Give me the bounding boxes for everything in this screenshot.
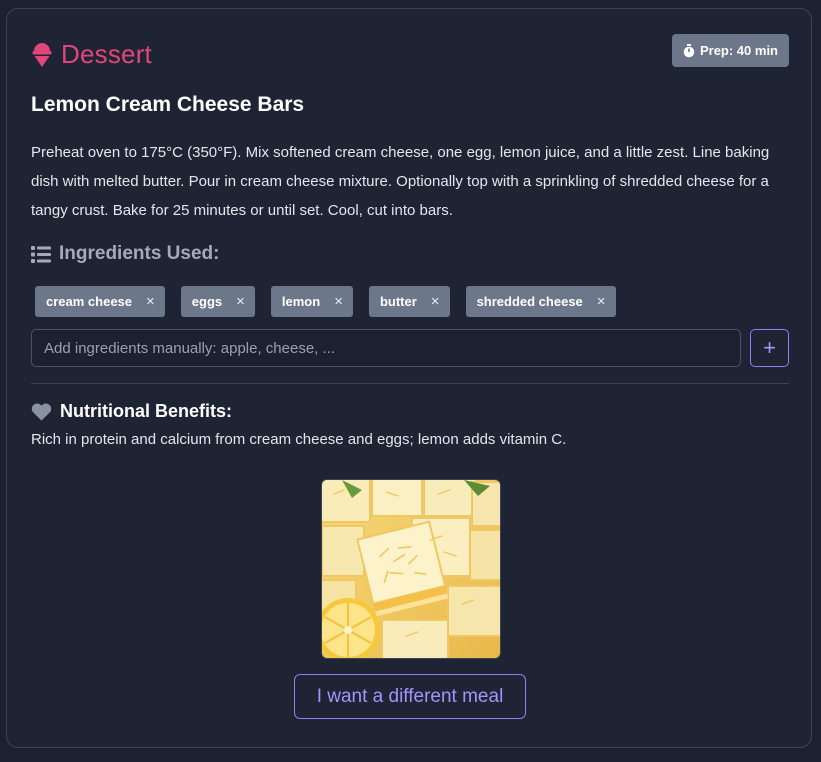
nutrition-header-label: Nutritional Benefits:	[60, 401, 233, 421]
ingredients-header: Ingredients Used:	[31, 243, 219, 265]
recipe-title: Lemon Cream Cheese Bars	[31, 93, 305, 116]
prep-time-badge: Prep: 40 min	[671, 34, 789, 67]
recipe-instructions: Preheat oven to 175°C (350°F). Mix softe…	[31, 144, 770, 219]
list-icon	[31, 245, 51, 263]
ingredient-tag: lemon ×	[270, 286, 353, 317]
recipe-card: Dessert Prep: 40 min Lemon Cream Cheese …	[6, 8, 812, 748]
remove-ingredient-button[interactable]: ×	[236, 293, 245, 310]
add-ingredient-input[interactable]	[31, 329, 741, 367]
nutrition-text: Rich in protein and calcium from cream c…	[31, 431, 567, 448]
ingredient-tag-label: shredded cheese	[476, 294, 583, 309]
ingredient-tag-label: butter	[379, 294, 417, 309]
ingredient-tag: eggs ×	[180, 286, 255, 317]
category-heading: Dessert	[31, 39, 152, 70]
add-ingredient-button[interactable]: +	[750, 329, 789, 367]
category-label: Dessert	[61, 39, 152, 69]
section-divider	[31, 383, 789, 384]
remove-ingredient-button[interactable]: ×	[597, 293, 606, 310]
heart-icon	[31, 403, 52, 420]
ingredient-tag: cream cheese ×	[35, 286, 165, 317]
prep-time-label: Prep: 40 min	[699, 43, 778, 58]
stopwatch-icon	[683, 43, 695, 57]
ice-cream-icon	[31, 42, 53, 68]
nutrition-header: Nutritional Benefits:	[31, 401, 232, 422]
ingredient-tag: butter ×	[368, 286, 450, 317]
meal-image	[321, 479, 501, 659]
remove-ingredient-button[interactable]: ×	[431, 293, 440, 310]
remove-ingredient-button[interactable]: ×	[334, 293, 343, 310]
ingredient-tags: cream cheese × eggs × lemon × butter × s…	[35, 286, 632, 317]
ingredient-tag-label: lemon	[281, 294, 321, 309]
ingredients-header-label: Ingredients Used:	[59, 243, 220, 264]
ingredient-tag-label: eggs	[191, 294, 223, 309]
ingredient-tag: shredded cheese ×	[465, 286, 616, 317]
ingredient-tag-label: cream cheese	[46, 294, 133, 309]
different-meal-button[interactable]: I want a different meal	[294, 674, 526, 719]
remove-ingredient-button[interactable]: ×	[146, 293, 155, 310]
